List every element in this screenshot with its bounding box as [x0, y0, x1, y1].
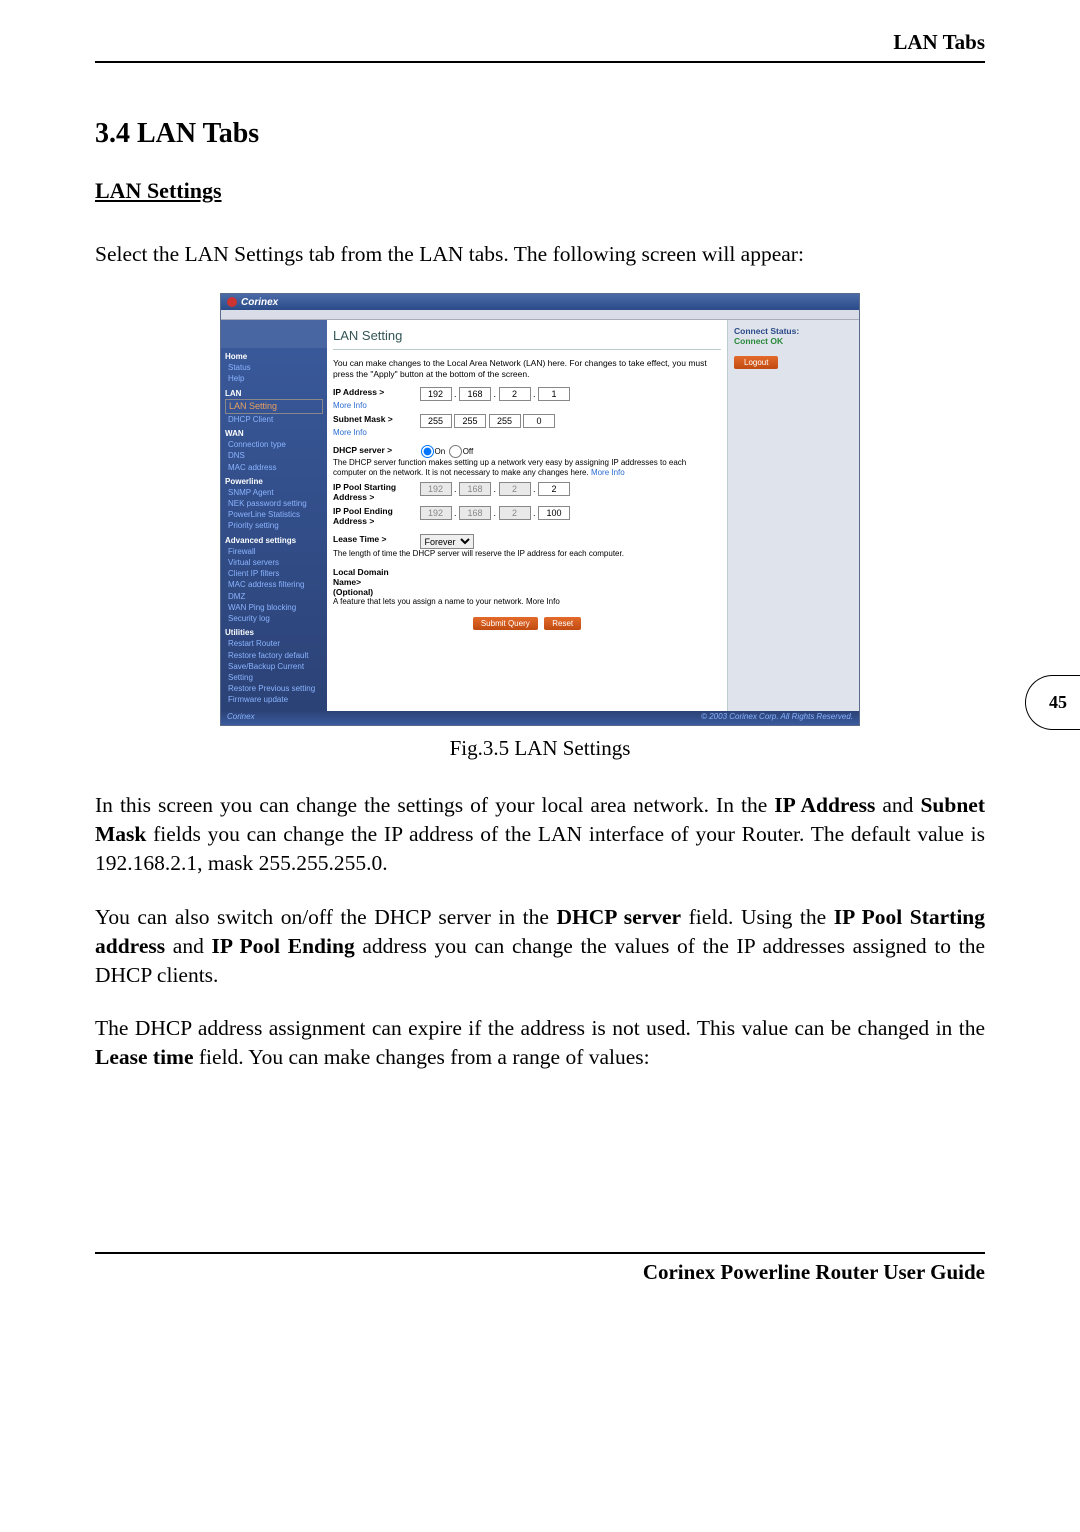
dhcp-desc: The DHCP server function makes setting u…	[333, 458, 721, 478]
figure: Corinex Home Status Help LAN LAN Setting…	[95, 293, 985, 761]
panel-intro: You can make changes to the Local Area N…	[333, 358, 721, 379]
domain-desc: A feature that lets you assign a name to…	[333, 597, 721, 607]
paragraph-2: You can also switch on/off the DHCP serv…	[95, 903, 985, 990]
pe-3	[499, 506, 531, 520]
lease-select[interactable]: Forever	[420, 534, 474, 549]
ip-octet-3[interactable]	[499, 387, 531, 401]
reset-button[interactable]: Reset	[544, 617, 581, 630]
foot-copy: © 2003 Corinex Corp. All Rights Reserved…	[701, 712, 853, 724]
nav-savebak[interactable]: Save/Backup Current Setting	[225, 661, 323, 683]
nav-powerline[interactable]: Powerline	[225, 476, 323, 487]
lease-label: Lease Time >	[333, 534, 417, 544]
panel-title: LAN Setting	[333, 324, 721, 350]
logout-button[interactable]: Logout	[734, 356, 778, 369]
page-number-badge: 45	[1025, 675, 1080, 730]
domain-label: Local Domain Name>(Optional)	[333, 567, 417, 597]
figure-caption: Fig.3.5 LAN Settings	[95, 736, 985, 761]
nav-plstats[interactable]: PowerLine Statistics	[225, 509, 323, 520]
status-label: Connect Status:	[734, 326, 853, 336]
main-panel: LAN Setting You can make changes to the …	[327, 320, 727, 711]
nav-dhcp-client[interactable]: DHCP Client	[225, 414, 323, 425]
nav-home[interactable]: Home	[225, 351, 323, 362]
ip-label: IP Address >	[333, 387, 417, 397]
footer-bar: Corinex © 2003 Corinex Corp. All Rights …	[221, 711, 859, 725]
mask-octet-1[interactable]	[420, 414, 452, 428]
page-footer: Corinex Powerline Router User Guide	[95, 1252, 985, 1285]
pe-1	[420, 506, 452, 520]
nav-adv[interactable]: Advanced settings	[225, 535, 323, 546]
header-title: LAN Tabs	[893, 30, 985, 54]
section-subheading: LAN Settings	[95, 178, 985, 204]
page-header: LAN Tabs	[95, 30, 985, 63]
nav-wanping[interactable]: WAN Ping blocking	[225, 602, 323, 613]
nav-firewall[interactable]: Firewall	[225, 546, 323, 557]
ip-octet-4[interactable]	[538, 387, 570, 401]
mask-more-info[interactable]: More Info	[333, 428, 721, 437]
window-titlebar: Corinex	[221, 294, 859, 310]
nav-lan[interactable]: LAN	[225, 388, 323, 399]
nav-vservers[interactable]: Virtual servers	[225, 557, 323, 568]
pe-4[interactable]	[538, 506, 570, 520]
nav-util[interactable]: Utilities	[225, 627, 323, 638]
nav-restprev[interactable]: Restore Previous setting	[225, 683, 323, 694]
nav-lan-setting[interactable]: LAN Setting	[225, 399, 323, 414]
nav-dmz[interactable]: DMZ	[225, 591, 323, 602]
section-heading: 3.4 LAN Tabs	[95, 118, 985, 150]
router-screenshot: Corinex Home Status Help LAN LAN Setting…	[220, 293, 860, 726]
ps-1	[420, 482, 452, 496]
nav-mac[interactable]: MAC address	[225, 462, 323, 473]
nav-ipfilters[interactable]: Client IP filters	[225, 568, 323, 579]
nav-help[interactable]: Help	[225, 373, 323, 384]
status-panel: Connect Status: Connect OK Logout	[727, 320, 859, 711]
nav-macfilter[interactable]: MAC address filtering	[225, 579, 323, 590]
nav-restart[interactable]: Restart Router	[225, 638, 323, 649]
nav-status[interactable]: Status	[225, 362, 323, 373]
mask-octet-3[interactable]	[489, 414, 521, 428]
dhcp-more-info[interactable]: More Info	[591, 468, 625, 477]
dhcp-on-radio[interactable]	[421, 445, 434, 458]
footer-text: Corinex Powerline Router User Guide	[643, 1260, 985, 1284]
status-value: Connect OK	[734, 336, 853, 346]
nav-fw[interactable]: Firmware update	[225, 694, 323, 705]
pool-end-label: IP Pool Ending Address >	[333, 506, 417, 526]
lease-desc: The length of time the DHCP server will …	[333, 549, 721, 559]
ip-octet-2[interactable]	[459, 387, 491, 401]
subnet-label: Subnet Mask >	[333, 414, 417, 424]
nav-factory[interactable]: Restore factory default	[225, 650, 323, 661]
ip-octet-1[interactable]	[420, 387, 452, 401]
ps-3	[499, 482, 531, 496]
paragraph-3: The DHCP address assignment can expire i…	[95, 1014, 985, 1072]
sidebar: Home Status Help LAN LAN Setting DHCP Cl…	[221, 320, 327, 711]
dhcp-on-label: On	[435, 447, 446, 456]
dhcp-off-radio[interactable]	[449, 445, 462, 458]
dhcp-label: DHCP server >	[333, 445, 417, 455]
browser-toolbar	[221, 310, 859, 320]
mask-octet-4[interactable]	[523, 414, 555, 428]
nav-wan[interactable]: WAN	[225, 428, 323, 439]
pool-start-label: IP Pool Starting Address >	[333, 482, 417, 502]
dhcp-off-label: Off	[463, 447, 474, 456]
sidebar-banner	[221, 320, 327, 348]
brand-label: Corinex	[241, 297, 278, 308]
ip-more-info[interactable]: More Info	[333, 401, 721, 410]
ps-4[interactable]	[538, 482, 570, 496]
mask-octet-2[interactable]	[454, 414, 486, 428]
submit-button[interactable]: Submit Query	[473, 617, 538, 630]
globe-icon	[227, 297, 237, 307]
paragraph-1: In this screen you can change the settin…	[95, 791, 985, 878]
nav-conn-type[interactable]: Connection type	[225, 439, 323, 450]
pe-2	[459, 506, 491, 520]
nav-seclog[interactable]: Security log	[225, 613, 323, 624]
nav-priority[interactable]: Priority setting	[225, 520, 323, 531]
intro-paragraph: Select the LAN Settings tab from the LAN…	[95, 240, 985, 269]
nav-snmp[interactable]: SNMP Agent	[225, 487, 323, 498]
nav-nek[interactable]: NEK password setting	[225, 498, 323, 509]
foot-brand: Corinex	[227, 712, 255, 724]
ps-2	[459, 482, 491, 496]
nav-dns[interactable]: DNS	[225, 450, 323, 461]
page-number: 45	[1049, 692, 1067, 713]
